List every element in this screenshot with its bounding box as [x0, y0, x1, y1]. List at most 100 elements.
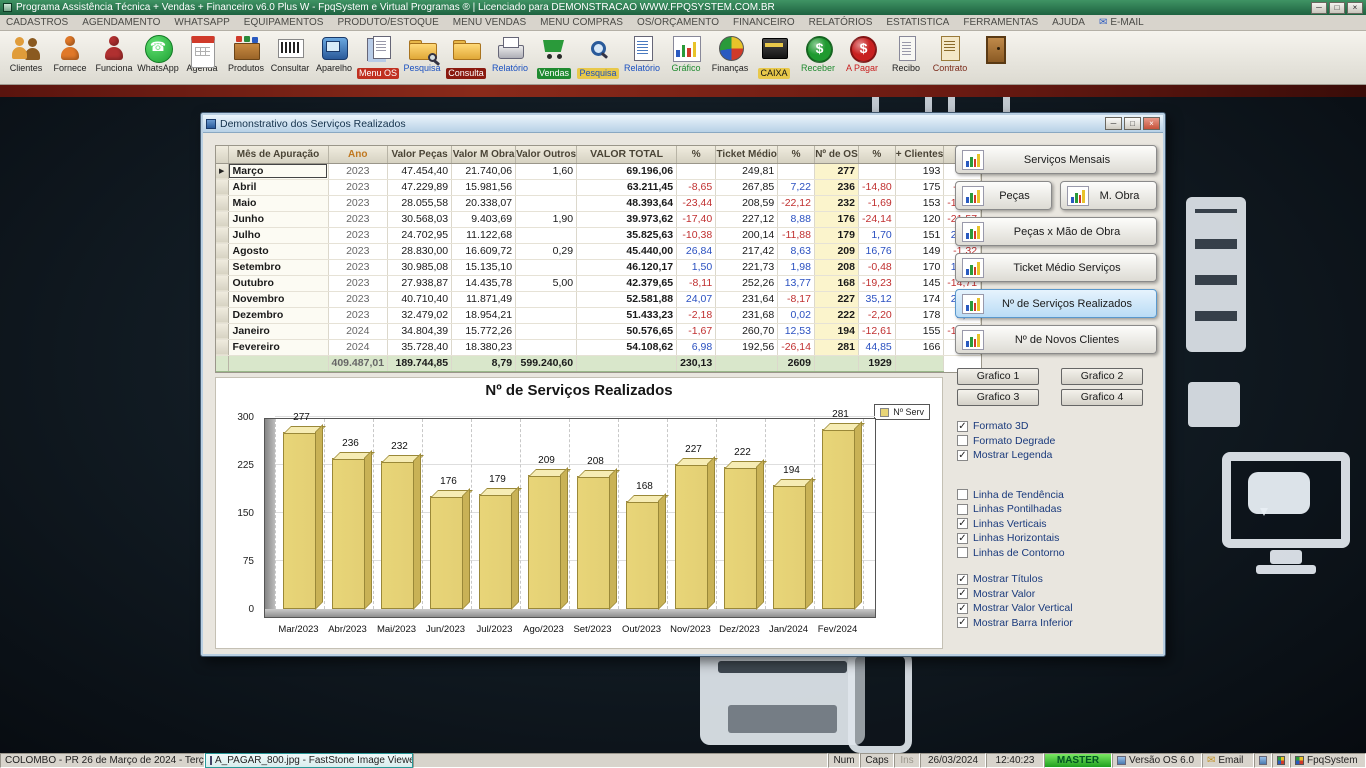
column-header[interactable]: Valor Peças	[388, 146, 452, 163]
checkbox-linhas-pontilhadas[interactable]: Linhas Pontilhadas	[957, 502, 1157, 517]
toolbar-caixa[interactable]: CAIXA	[752, 33, 796, 81]
table-row[interactable]: Maio202328.055,5820.338,0748.393,64-23,4…	[216, 195, 981, 211]
toolbar-grafico[interactable]: Gráfico	[664, 33, 708, 74]
toolbar-produtos[interactable]: Produtos	[224, 33, 268, 74]
toolbar-pesquisa-vendas[interactable]: Pesquisa	[576, 33, 620, 81]
column-header[interactable]: %	[778, 146, 815, 163]
table-row[interactable]: Abril202347.229,8915.981,5663.211,45-8,6…	[216, 179, 981, 195]
app-maximize-button[interactable]: □	[1329, 2, 1345, 14]
column-header[interactable]: Mês de Apuração	[228, 146, 328, 163]
toolbar-relatorio-vendas[interactable]: Relatório	[620, 33, 664, 74]
toolbar-clientes[interactable]: Clientes	[4, 33, 48, 74]
cell: Março	[228, 163, 328, 179]
window-close-button[interactable]: ×	[1143, 117, 1160, 130]
side-button-m-obra[interactable]: M. Obra	[1060, 181, 1157, 210]
column-header[interactable]: Valor Outros	[516, 146, 577, 163]
menu-produto-estoque[interactable]: PRODUTO/ESTOQUE	[337, 17, 438, 28]
table-row[interactable]: Setembro202330.985,0815.135,1046.120,171…	[216, 259, 981, 275]
toolbar-receber[interactable]: Receber	[796, 33, 840, 74]
window-title-bar[interactable]: Demonstrativo dos Serviços Realizados ─ …	[203, 115, 1163, 133]
table-row[interactable]: ▶Março202347.454,4021.740,061,6069.196,0…	[216, 163, 981, 179]
toolbar-fornecedores[interactable]: Fornece	[48, 33, 92, 74]
toolbar-consultar[interactable]: Consultar	[268, 33, 312, 74]
column-header[interactable]: %	[858, 146, 895, 163]
column-header[interactable]: Ano	[328, 146, 388, 163]
menu-cadastros[interactable]: CADASTROS	[6, 17, 68, 28]
table-row[interactable]: Fevereiro202435.728,4018.380,2354.108,62…	[216, 339, 981, 355]
toolbar-aparelho[interactable]: Aparelho	[312, 33, 356, 74]
app-minimize-button[interactable]: ─	[1311, 2, 1327, 14]
toolbar-agenda[interactable]: Agenda	[180, 33, 224, 74]
checkbox-formato-3d[interactable]: ✓Formato 3D	[957, 419, 1157, 434]
window-minimize-button[interactable]: ─	[1105, 117, 1122, 130]
toolbar-contrato[interactable]: Contrato	[928, 33, 972, 74]
cell: 27.938,87	[388, 275, 452, 291]
menu-ferramentas[interactable]: FERRAMENTAS	[963, 17, 1038, 28]
table-row[interactable]: Agosto202328.830,0016.609,720,2945.440,0…	[216, 243, 981, 259]
status-mini-icon[interactable]	[1272, 753, 1290, 768]
menu-os-or-amento[interactable]: OS/ORÇAMENTO	[637, 17, 719, 28]
menu-menu-vendas[interactable]: MENU VENDAS	[453, 17, 526, 28]
toolbar-a-pagar[interactable]: A Pagar	[840, 33, 884, 74]
menu-relat-rios[interactable]: RELATÓRIOS	[809, 17, 873, 28]
checkbox-mostrar-t-tulos[interactable]: ✓Mostrar Títulos	[957, 572, 1157, 587]
checkbox-mostrar-legenda[interactable]: ✓Mostrar Legenda	[957, 448, 1157, 463]
toolbar-funcionarios[interactable]: Funciona	[92, 33, 136, 74]
column-header[interactable]	[216, 146, 228, 163]
menu-estatistica[interactable]: ESTATISTICA	[886, 17, 949, 28]
menu-ajuda[interactable]: AJUDA	[1052, 17, 1085, 28]
button-grafico-4[interactable]: Grafico 4	[1061, 389, 1143, 406]
status-mini-icon[interactable]	[1254, 753, 1272, 768]
menu-menu-compras[interactable]: MENU COMPRAS	[540, 17, 623, 28]
menu-whatsapp[interactable]: WHATSAPP	[174, 17, 229, 28]
toolbar-financas[interactable]: Finanças	[708, 33, 752, 74]
window-maximize-button[interactable]: □	[1124, 117, 1141, 130]
side-button-pe-as[interactable]: Peças	[955, 181, 1052, 210]
table-row[interactable]: Julho202324.702,9511.122,6835.825,63-10,…	[216, 227, 981, 243]
table-row[interactable]: Outubro202327.938,8714.435,785,0042.379,…	[216, 275, 981, 291]
app-close-button[interactable]: ×	[1347, 2, 1363, 14]
taskbar-item-faststone[interactable]: A_PAGAR_800.jpg - FastStone Image Viewer…	[205, 753, 413, 768]
button-grafico-3[interactable]: Grafico 3	[957, 389, 1039, 406]
toolbar-sair[interactable]	[972, 33, 1016, 63]
column-header[interactable]: Nº de OS	[814, 146, 858, 163]
checkbox-mostrar-valor-vertical[interactable]: ✓Mostrar Valor Vertical	[957, 601, 1157, 616]
column-header[interactable]: Ticket Médio	[716, 146, 778, 163]
side-button-n-de-novos-clientes[interactable]: Nº de Novos Clientes	[955, 325, 1157, 354]
checkbox-linhas-horizontais[interactable]: ✓Linhas Horizontais	[957, 531, 1157, 546]
toolbar-pesquisa-os[interactable]: Pesquisa	[400, 33, 444, 74]
menu-agendamento[interactable]: AGENDAMENTO	[82, 17, 160, 28]
toolbar-recibo[interactable]: Recibo	[884, 33, 928, 74]
toolbar-menu-os[interactable]: Menu OS	[356, 33, 400, 81]
menu-financeiro[interactable]: FINANCEIRO	[733, 17, 795, 28]
checkbox-linha-de-tend-ncia[interactable]: Linha de Tendência	[957, 488, 1157, 503]
toolbar-consulta-os[interactable]: Consulta	[444, 33, 488, 81]
side-button-servi-os-mensais[interactable]: Serviços Mensais	[955, 145, 1157, 174]
column-header[interactable]: + Clientes	[895, 146, 944, 163]
toolbar-relatorio-os[interactable]: Relatório	[488, 33, 532, 74]
side-button-n-de-servi-os-realizados[interactable]: Nº de Serviços Realizados	[955, 289, 1157, 318]
column-header[interactable]: Valor M Obra	[452, 146, 516, 163]
side-button-ticket-m-dio-servi-os[interactable]: Ticket Médio Serviços	[955, 253, 1157, 282]
status-version[interactable]: Versão OS 6.0	[1112, 753, 1202, 768]
column-header[interactable]: VALOR TOTAL	[577, 146, 677, 163]
table-row[interactable]: Dezembro202332.479,0218.954,2151.433,23-…	[216, 307, 981, 323]
toolbar-whatsapp[interactable]: WhatsApp	[136, 33, 180, 74]
checkbox-linhas-de-contorno[interactable]: Linhas de Contorno	[957, 546, 1157, 561]
button-grafico-1[interactable]: Grafico 1	[957, 368, 1039, 385]
checkbox-linhas-verticais[interactable]: ✓Linhas Verticais	[957, 517, 1157, 532]
checkbox-mostrar-barra-inferior[interactable]: ✓Mostrar Barra Inferior	[957, 616, 1157, 631]
button-grafico-2[interactable]: Grafico 2	[1061, 368, 1143, 385]
checkbox-mostrar-valor[interactable]: ✓Mostrar Valor	[957, 587, 1157, 602]
column-header[interactable]: %	[677, 146, 716, 163]
side-button-pe-as-x-m-o-de-obra[interactable]: Peças x Mão de Obra	[955, 217, 1157, 246]
menu-equipamentos[interactable]: EQUIPAMENTOS	[244, 17, 324, 28]
menu-e-mail[interactable]: ✉E-MAIL	[1099, 17, 1144, 28]
checkbox-formato-degrade[interactable]: Formato Degrade	[957, 434, 1157, 449]
table-row[interactable]: Junho202330.568,039.403,691,9039.973,62-…	[216, 211, 981, 227]
status-email[interactable]: ✉ Email	[1202, 753, 1254, 768]
toolbar-vendas[interactable]: Vendas	[532, 33, 576, 81]
table-row[interactable]: Janeiro202434.804,3915.772,2650.576,65-1…	[216, 323, 981, 339]
table-row[interactable]: Novembro202340.710,4011.871,4952.581,882…	[216, 291, 981, 307]
wallpaper-server-icon	[1186, 197, 1246, 352]
